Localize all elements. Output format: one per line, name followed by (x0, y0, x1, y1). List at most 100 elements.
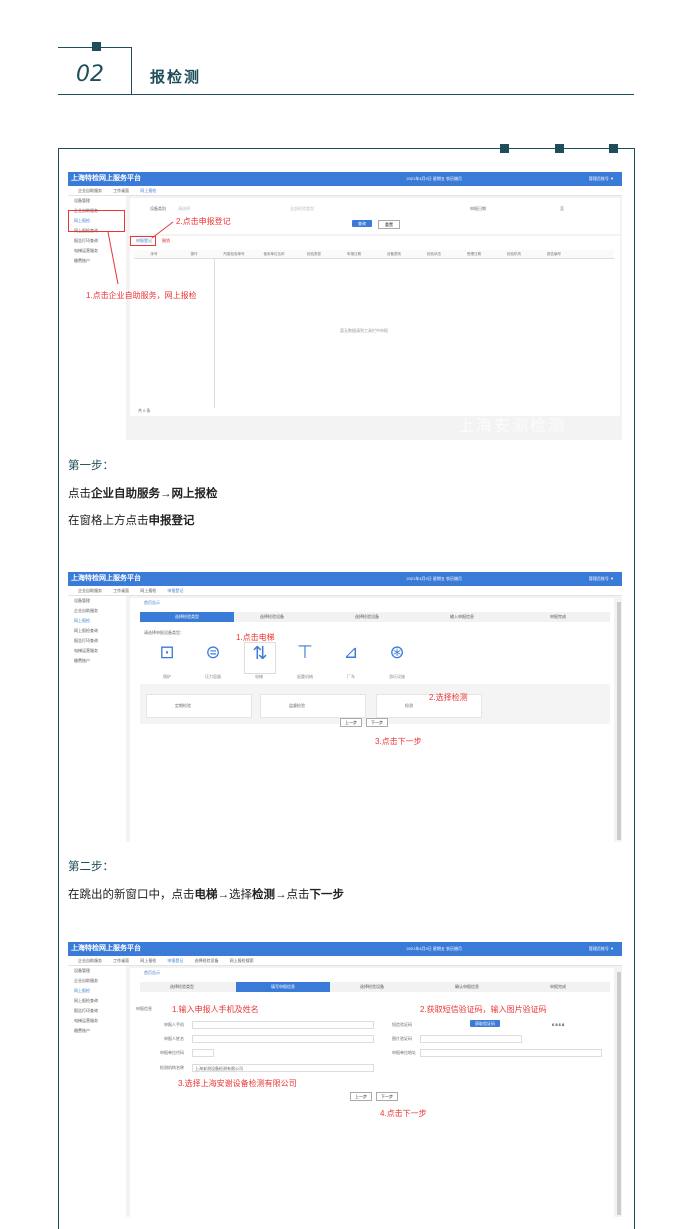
wizard-step: 申报完成 (550, 984, 566, 989)
device-label: 起重机械 (297, 674, 313, 679)
label-phone: 申报人手机 (164, 1022, 184, 1027)
wizard-step: 输入申报信息 (450, 614, 474, 619)
label-name: 申报人姓名 (164, 1036, 184, 1041)
step1-line1: 点击企业自助服务→网上报检 (68, 485, 218, 501)
frame-square-1 (500, 144, 509, 153)
wizard-steps: 选择检验类型 填写申报信息 选择检验设备 确认申报信息 申报完成 (140, 982, 610, 992)
sidebar-item-online-inspection[interactable]: 网上报检 (68, 986, 126, 996)
name-input[interactable] (192, 1035, 374, 1043)
annotation-elevator: 1.点击电梯 (236, 633, 275, 642)
phone-input[interactable] (192, 1021, 374, 1029)
step1-line2: 在窗格上方点击申报登记 (68, 512, 195, 528)
pressure-vessel-icon[interactable]: ⊜ (198, 642, 228, 672)
sidebar-item-elevator[interactable]: 电梯运营服务 (68, 646, 126, 656)
forklift-icon[interactable]: ⊿ (336, 642, 366, 672)
sidebar: 设备管理 企业自助服务 网上报检 网上报检查询 报告打印查询 电梯运营服务 缴费… (68, 596, 126, 842)
frame-square-2 (555, 144, 564, 153)
get-sms-button[interactable]: 获取验证码 (470, 1020, 500, 1027)
boiler-icon[interactable]: ⊡ (152, 642, 182, 672)
sidebar-item-device[interactable]: 设备管理 (68, 966, 126, 976)
captcha-input[interactable] (420, 1035, 522, 1043)
tab-item[interactable]: 申报登记 (167, 956, 183, 965)
wizard-step: 选择检验类型 (170, 984, 194, 989)
elevator-icon[interactable]: ⇅ (244, 642, 276, 674)
screenshot-online-inspection: 上海特检网上服务平台 2021年4月9日 星期五 农历腊月 管理员账号 ▼ 企业… (68, 172, 622, 440)
tab-item[interactable]: 网上报检搜索 (230, 956, 254, 965)
breadcrumb: 首页告示 (144, 600, 160, 605)
tab-item[interactable]: 工作桌面 (113, 586, 129, 595)
breadcrumb: 首页告示 (144, 970, 160, 975)
address-input[interactable] (420, 1049, 602, 1057)
amusement-icon[interactable]: ⊛ (382, 642, 412, 672)
sidebar-item-self-service[interactable]: 企业自助服务 (68, 976, 126, 986)
step1-line2-pre: 在窗格上方点击 (68, 515, 149, 527)
wizard-step: 确认申报信息 (455, 984, 479, 989)
tab-item[interactable]: 企业自助服务 (78, 956, 102, 965)
label-sms: 短信验证码 (392, 1022, 412, 1027)
step2-mid1: →选择 (217, 889, 253, 901)
step1-line1-bold: 企业自助服务→网上报检 (91, 488, 218, 500)
step2-title: 第二步： (68, 861, 114, 873)
tab-bar: 企业自助服务 工作桌面 网上报检 申报登记 (68, 586, 622, 596)
scrollbar[interactable] (617, 972, 621, 1215)
sidebar-item-report-query[interactable]: 报告打印查询 (68, 636, 126, 646)
app-date: 2021年4月9日 星期五 农历腊月 (406, 946, 462, 951)
tab-item[interactable]: 网上报检 (140, 956, 156, 965)
app-topbar: 上海特检网上服务平台 2021年4月9日 星期五 农历腊月 管理员账号 ▼ (68, 572, 622, 586)
sidebar-item-self-service[interactable]: 企业自助服务 (68, 606, 126, 616)
prev-button[interactable]: 上一步 (340, 718, 362, 727)
watermark: 上海安测检测 (458, 418, 567, 435)
option-label: 定期检验 (175, 703, 191, 708)
tab-item[interactable]: 网上报检 (140, 586, 156, 595)
annotation-next: 4.点击下一步 (380, 1109, 427, 1118)
app-title: 上海特检网上服务平台 (71, 945, 141, 952)
option-supervision[interactable]: 监督检验 (260, 694, 366, 718)
tab-item[interactable]: 申报登记 (167, 586, 183, 595)
sidebar-item-inspection-query[interactable]: 网上报检查询 (68, 626, 126, 636)
annotation-verification: 2.获取短信验证码，输入图片验证码 (420, 1005, 547, 1014)
user-menu[interactable]: 管理员账号 ▼ (589, 572, 614, 586)
org-select[interactable]: 上海安测设备检测有限公司 (192, 1064, 374, 1072)
scrollbar[interactable] (617, 602, 621, 840)
next-button[interactable]: 下一步 (376, 1092, 398, 1101)
annotation-org: 3.选择上海安谢设备检测有限公司 (178, 1079, 297, 1088)
option-periodic[interactable]: 定期检验 (146, 694, 252, 718)
sidebar-item-report-query[interactable]: 报告打印查询 (68, 1006, 126, 1016)
wizard-step-active: 填写申报信息 (236, 982, 330, 992)
sidebar-item-billing[interactable]: 缴费账户 (68, 656, 126, 666)
annotation-arrows (107, 221, 174, 285)
sidebar-item-billing[interactable]: 缴费账户 (68, 1026, 126, 1036)
wizard-panel: 首页告示 选择检验类型 选择检验设备 选择检验设备 输入申报信息 申报完成 请选… (130, 598, 614, 842)
sidebar-item-inspection-query[interactable]: 网上报检查询 (68, 996, 126, 1006)
unit-code-input[interactable] (192, 1049, 214, 1057)
frame-square-3 (609, 144, 618, 153)
tab-item[interactable]: 选择检验设备 (195, 956, 219, 965)
sidebar-item-elevator[interactable]: 电梯运营服务 (68, 1016, 126, 1026)
captcha-image: 6 8 6 8 (552, 1022, 565, 1027)
option-label: 监督检验 (289, 703, 305, 708)
step2-b1: 电梯 (194, 889, 218, 901)
next-button[interactable]: 下一步 (366, 718, 388, 727)
device-label: 锅炉 (163, 674, 171, 679)
prev-button[interactable]: 上一步 (350, 1092, 372, 1101)
step2-b2: 检测 (252, 889, 275, 901)
tab-item[interactable]: 工作桌面 (113, 956, 129, 965)
option-label: 检测 (405, 703, 413, 708)
wizard-step: 申报完成 (550, 614, 566, 619)
label-unit-code: 申报单位代码 (160, 1050, 184, 1055)
step2-line: 在跳出的新窗口中，点击电梯→选择检测→点击下一步 (68, 886, 344, 902)
watermark: 上海安测检测 (458, 818, 567, 835)
user-menu[interactable]: 管理员账号 ▼ (589, 942, 614, 956)
app-title: 上海特检网上服务平台 (71, 575, 141, 582)
annotation-next: 3.点击下一步 (375, 737, 422, 746)
device-label: 游乐设施 (389, 674, 405, 679)
crane-icon[interactable]: ⊤ (290, 642, 320, 672)
sidebar-item-online-inspection[interactable]: 网上报检 (68, 616, 126, 626)
wizard-step: 选择检验设备 (355, 614, 379, 619)
label-address: 申报单位地址 (392, 1050, 416, 1055)
tab-item[interactable]: 企业自助服务 (78, 586, 102, 595)
step2-pre: 在跳出的新窗口中，点击 (68, 889, 195, 901)
annotation-testing: 2.选择检测 (429, 693, 468, 702)
header-square (92, 42, 101, 51)
sidebar-item-device[interactable]: 设备管理 (68, 596, 126, 606)
